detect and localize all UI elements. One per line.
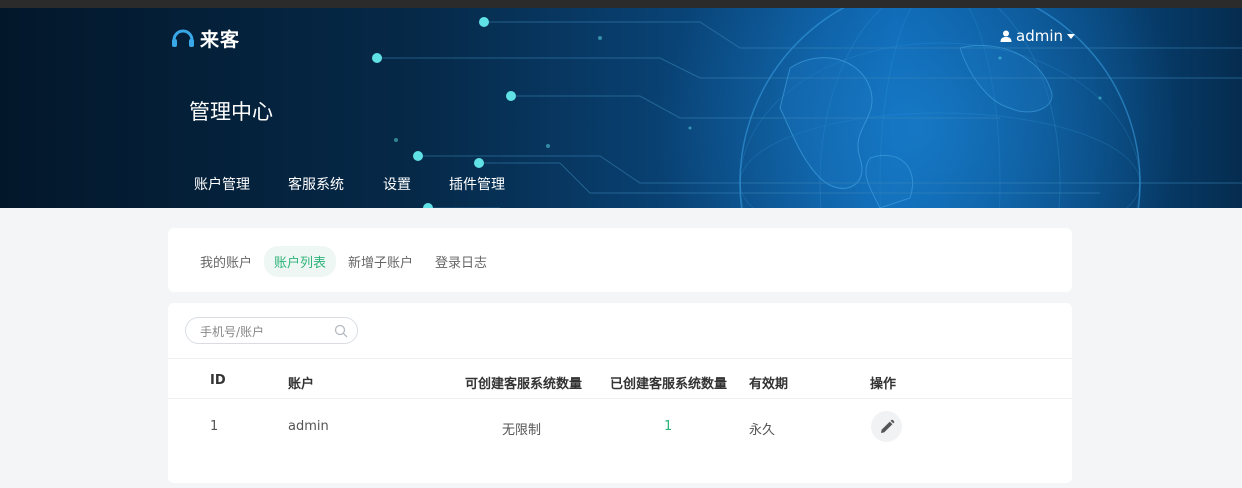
table-header-divider xyxy=(168,398,1072,399)
column-header-created: 已创建客服系统数量 xyxy=(610,377,728,392)
tab-login-log[interactable]: 登录日志 xyxy=(425,246,497,277)
window-top-strip xyxy=(0,0,1242,8)
cell-account: admin xyxy=(288,419,329,434)
cell-created: 1 xyxy=(664,419,673,434)
column-header-validity: 有效期 xyxy=(749,377,789,392)
app-logo[interactable]: 来客 xyxy=(170,25,240,51)
column-header-account: 账户 xyxy=(288,377,315,392)
user-icon xyxy=(1000,30,1012,42)
pencil-icon xyxy=(880,419,894,433)
chevron-down-icon xyxy=(1067,33,1075,39)
cell-can-create: 无限制 xyxy=(502,423,542,438)
user-menu[interactable]: admin xyxy=(1000,27,1075,45)
tab-account-list[interactable]: 账户列表 xyxy=(264,246,337,277)
account-table-card: ID 账户 可创建客服系统数量 已创建客服系统数量 有效期 操作 1 admin… xyxy=(168,303,1072,483)
edit-button[interactable] xyxy=(871,411,902,442)
nav-item-customer-service[interactable]: 客服系统 xyxy=(288,174,344,194)
headset-icon xyxy=(172,29,194,47)
header-banner: 来客 admin 管理中心 账户管理 客服系统 设置 插件管理 xyxy=(0,8,1242,208)
tabs-card: 我的账户 账户列表 新增子账户 登录日志 xyxy=(168,228,1072,292)
tab-my-account[interactable]: 我的账户 xyxy=(190,246,262,277)
cell-validity: 永久 xyxy=(749,423,776,438)
nav-item-plugin-management[interactable]: 插件管理 xyxy=(449,174,505,194)
column-header-actions: 操作 xyxy=(870,377,897,392)
logo-text: 来客 xyxy=(200,28,241,51)
column-header-can-create: 可创建客服系统数量 xyxy=(465,377,583,392)
search-icon[interactable] xyxy=(334,324,348,338)
table-top-divider xyxy=(168,358,1072,359)
search-input[interactable] xyxy=(198,323,332,341)
column-header-id: ID xyxy=(210,373,226,388)
account-tabs: 我的账户 账户列表 新增子账户 登录日志 xyxy=(190,246,499,277)
main-nav: 账户管理 客服系统 设置 插件管理 xyxy=(194,174,543,194)
cell-id: 1 xyxy=(210,419,219,434)
page-title: 管理中心 xyxy=(189,100,273,124)
search-box[interactable] xyxy=(185,317,358,344)
nav-item-settings[interactable]: 设置 xyxy=(383,174,411,194)
tab-add-sub-account[interactable]: 新增子账户 xyxy=(338,246,423,277)
nav-item-account-management[interactable]: 账户管理 xyxy=(194,174,250,194)
user-name: admin xyxy=(1016,27,1063,45)
